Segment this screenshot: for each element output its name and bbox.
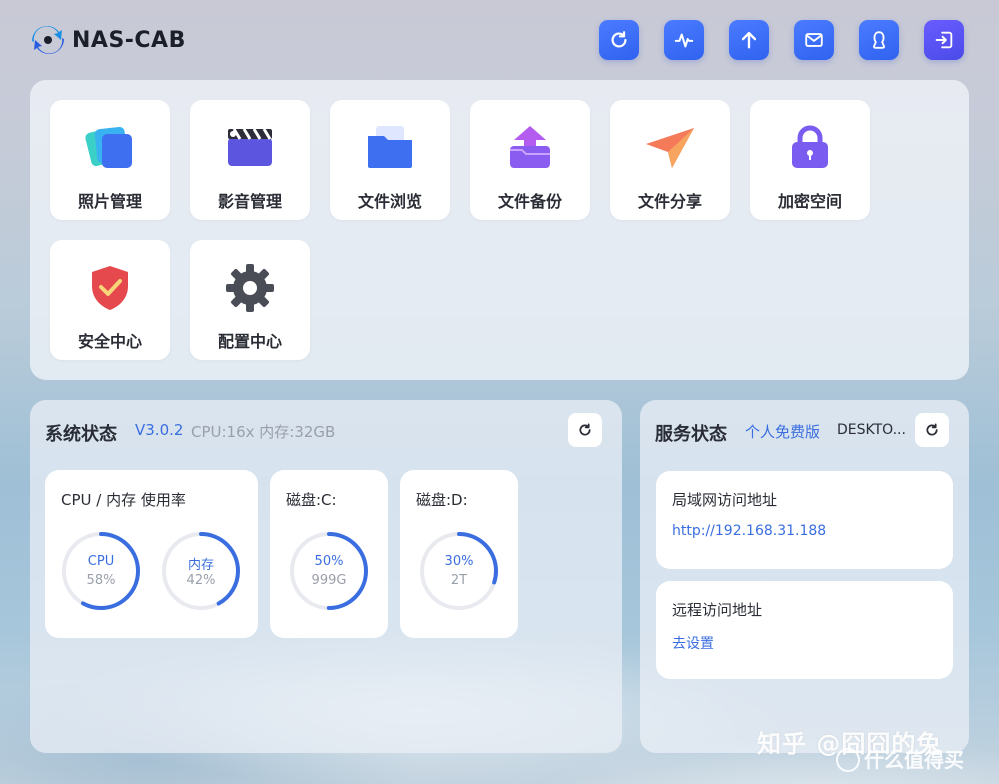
app-label: 加密空间: [777, 192, 842, 211]
apps-panel: 照片管理 影音管理 文件浏览 文件备份 文件分享 加密空间 安全中心 配置中心: [30, 80, 969, 380]
app-settings[interactable]: 配置中心: [190, 240, 310, 360]
system-refresh-button[interactable]: [568, 413, 602, 447]
photos-icon: [82, 120, 138, 176]
activity-icon: [674, 33, 694, 48]
user-icon: [873, 31, 885, 49]
app-photos[interactable]: 照片管理: [50, 100, 170, 220]
disk-c-gauge: 50% 999G: [289, 531, 369, 611]
app-label: 安全中心: [77, 332, 142, 351]
logout-button[interactable]: [924, 20, 964, 60]
shield-icon: [82, 260, 138, 316]
version-label: V3.0.2: [135, 421, 184, 439]
app-label: 照片管理: [77, 192, 142, 211]
gauge-ring: [290, 532, 368, 610]
service-status-panel: 服务状态 个人免费版 DESKTO... 局域网访问地址 http://192.…: [640, 400, 969, 753]
lan-address-link[interactable]: http://192.168.31.188: [672, 523, 826, 539]
lan-address-card: 局域网访问地址 http://192.168.31.188: [656, 471, 953, 569]
gauge-value: 58%: [86, 573, 116, 588]
gauge-value: 999G: [311, 573, 347, 588]
refresh-icon: [611, 31, 627, 48]
gauge-name: 30%: [444, 554, 474, 569]
logout-icon: [935, 31, 953, 49]
app-media[interactable]: 影音管理: [190, 100, 310, 220]
service-refresh-button[interactable]: [915, 413, 949, 447]
app-label: 文件分享: [637, 192, 702, 211]
gauge-ring: [420, 532, 498, 610]
mail-icon: [805, 33, 823, 47]
disk-c-title: 磁盘:C:: [286, 491, 337, 509]
remote-setup-link[interactable]: 去设置: [672, 633, 714, 653]
refresh-icon: [926, 423, 938, 436]
activity-button[interactable]: [664, 20, 704, 60]
app-files[interactable]: 文件浏览: [330, 100, 450, 220]
app-backup[interactable]: 文件备份: [470, 100, 590, 220]
upload-button[interactable]: [729, 20, 769, 60]
cpu-memory-title: CPU / 内存 使用率: [61, 491, 186, 509]
watermark-badge-icon: [836, 748, 860, 772]
disk-c-card: 磁盘:C: 50% 999G: [270, 470, 388, 638]
disk-d-title: 磁盘:D:: [416, 491, 468, 509]
disk-d-card: 磁盘:D: 30% 2T: [400, 470, 518, 638]
system-specs: CPU:16x 内存:32GB: [191, 423, 336, 441]
remote-address-title: 远程访问地址: [672, 601, 763, 619]
app-name: NAS-CAB: [72, 27, 186, 53]
disk-d-gauge: 30% 2T: [419, 531, 499, 611]
mail-button[interactable]: [794, 20, 834, 60]
gauge-name: 内存: [187, 558, 214, 573]
gauge-ring: [62, 532, 140, 610]
app-logo: NAS-CAB: [30, 24, 186, 56]
backup-icon: [502, 120, 558, 176]
paper-plane-icon: [642, 120, 698, 176]
app-label: 文件备份: [497, 192, 562, 211]
watermark-smzdm: 什么值得买: [864, 748, 964, 772]
refresh-icon: [579, 423, 591, 436]
gauge-value: 42%: [186, 573, 216, 588]
gear-icon: [222, 260, 278, 316]
host-name: DESKTO...: [837, 422, 906, 438]
refresh-button[interactable]: [599, 20, 639, 60]
cpu-memory-card: CPU / 内存 使用率 CPU 58% 内存 42%: [45, 470, 258, 638]
lan-address-title: 局域网访问地址: [672, 491, 778, 509]
upload-icon: [741, 31, 757, 49]
lock-icon: [782, 120, 838, 176]
gauge-name: 50%: [314, 554, 344, 569]
app-vault[interactable]: 加密空间: [750, 100, 870, 220]
app-label: 文件浏览: [357, 192, 422, 211]
user-button[interactable]: [859, 20, 899, 60]
app-label: 配置中心: [217, 332, 282, 351]
system-status-panel: 系统状态 V3.0.2 CPU:16x 内存:32GB CPU / 内存 使用率…: [30, 400, 622, 753]
app-security[interactable]: 安全中心: [50, 240, 170, 360]
app-share[interactable]: 文件分享: [610, 100, 730, 220]
remote-address-card: 远程访问地址 去设置: [656, 581, 953, 679]
gauge-value: 2T: [450, 573, 468, 588]
logo-icon: [30, 24, 66, 56]
gauge-name: CPU: [87, 554, 115, 569]
clapperboard-icon: [222, 120, 278, 176]
app-label: 影音管理: [217, 192, 282, 211]
folder-icon: [362, 120, 418, 176]
system-status-title: 系统状态: [45, 424, 117, 445]
edition-label: 个人免费版: [745, 423, 821, 441]
cpu-gauge: CPU 58%: [61, 531, 141, 611]
memory-gauge: 内存 42%: [161, 531, 241, 611]
service-status-title: 服务状态: [655, 424, 727, 445]
